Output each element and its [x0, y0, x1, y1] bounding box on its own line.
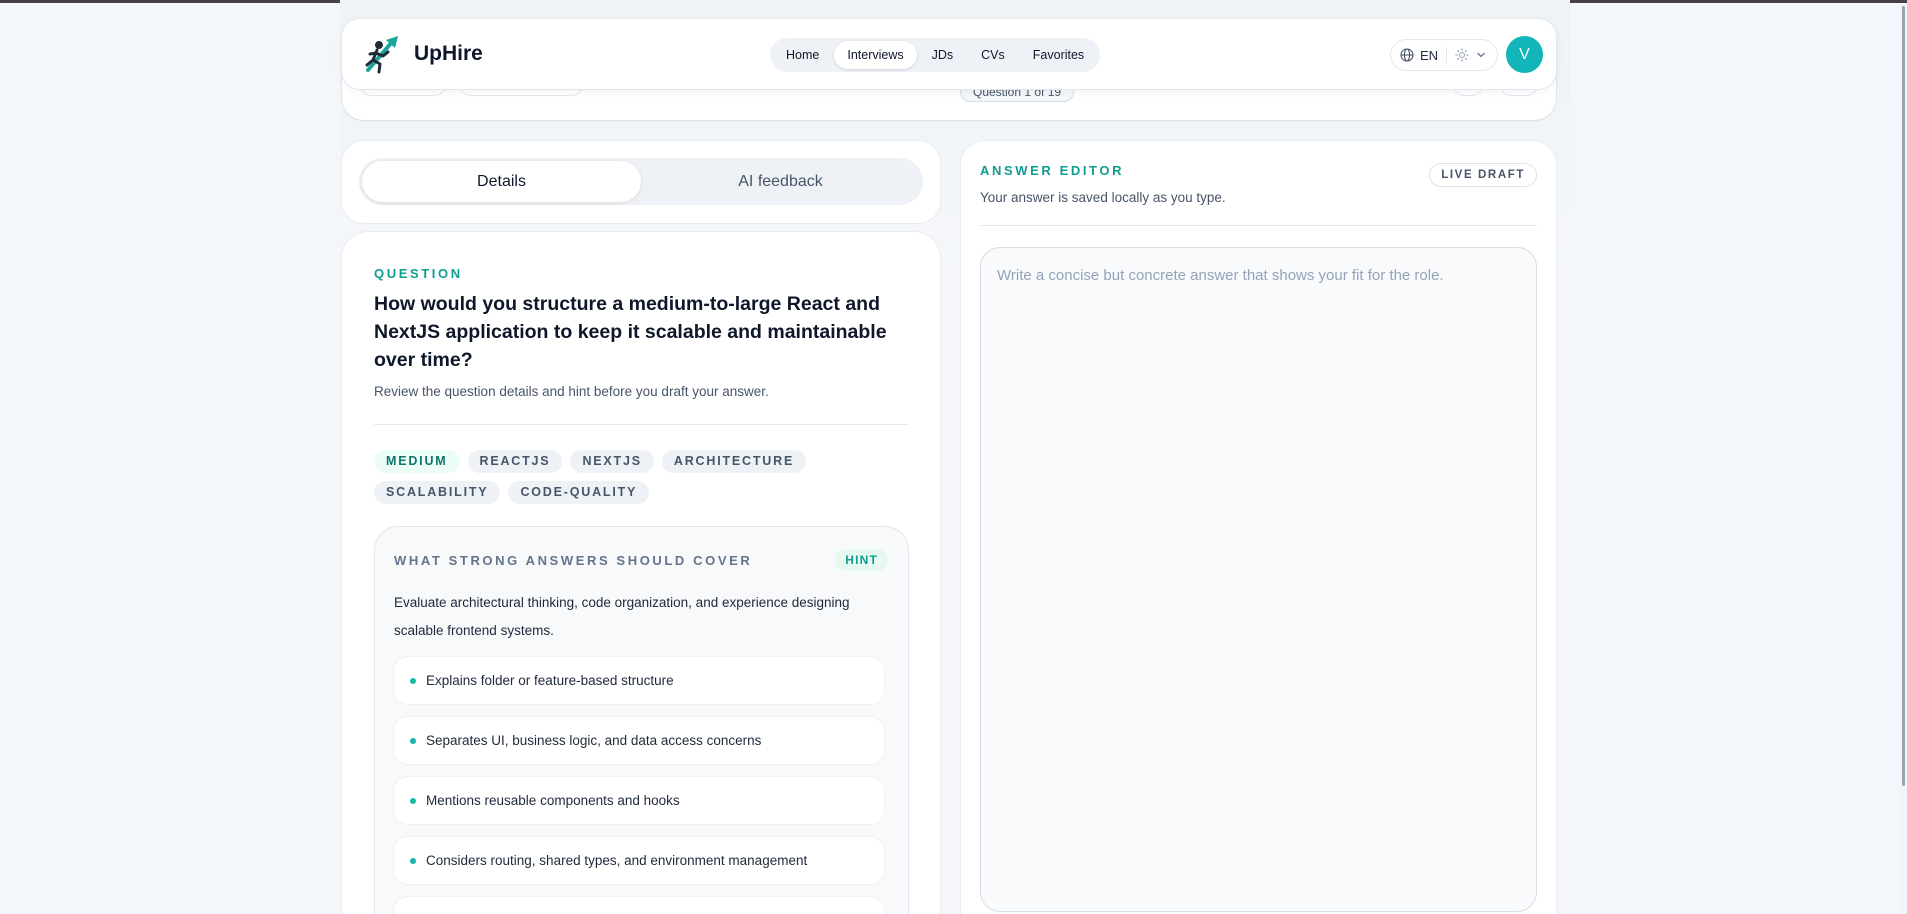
avatar[interactable]: V — [1506, 36, 1543, 73]
difficulty-tag: MEDIUM — [374, 450, 460, 473]
nav-item-favorites[interactable]: Favorites — [1020, 41, 1097, 69]
hint-description: Evaluate architectural thinking, code or… — [394, 595, 850, 638]
hint-heading: WHAT STRONG ANSWERS SHOULD COVER — [394, 553, 753, 568]
question-tags: MEDIUM REACTJS NEXTJS ARCHITECTURE SCALA… — [374, 450, 894, 504]
nav-item-interviews[interactable]: Interviews — [834, 41, 917, 69]
divider — [980, 225, 1537, 226]
list-item: Explains folder or feature-based structu… — [394, 657, 884, 704]
brand-name[interactable]: UpHire — [414, 42, 483, 66]
runner-arrow-logo-icon[interactable] — [362, 32, 404, 76]
bullet-dot-icon — [410, 797, 416, 804]
bullet-dot-icon — [410, 737, 416, 744]
question-tabs-card: Details AI feedback — [342, 141, 940, 223]
topic-tag: NEXTJS — [570, 450, 654, 473]
main-nav: Home Interviews JDs CVs Favorites — [770, 38, 1101, 72]
tab-switcher: Details AI feedback — [359, 158, 923, 205]
chevron-down-icon[interactable] — [1475, 49, 1487, 61]
hint-panel: WHAT STRONG ANSWERS SHOULD COVER HINT Ev… — [374, 526, 909, 914]
hint-points-list: Explains folder or feature-based structu… — [394, 657, 884, 914]
topic-tag: REACTJS — [467, 450, 563, 473]
nav-item-cvs[interactable]: CVs — [968, 41, 1018, 69]
bullet-dot-icon — [410, 857, 416, 864]
list-item: Separates UI, business logic, and data a… — [394, 717, 884, 764]
list-item — [394, 897, 884, 914]
language-code[interactable]: EN — [1420, 48, 1438, 63]
tab-ai-feedback[interactable]: AI feedback — [641, 161, 920, 202]
hint-point-text: Mentions reusable components and hooks — [426, 793, 680, 808]
list-item: Considers routing, shared types, and env… — [394, 837, 884, 884]
top-navbar: UpHire Home Interviews JDs CVs Favorites… — [342, 19, 1556, 89]
question-eyebrow: QUESTION — [374, 266, 463, 281]
nav-item-home[interactable]: Home — [773, 41, 832, 69]
language-theme-switcher[interactable]: EN — [1390, 39, 1498, 71]
topic-tag: SCALABILITY — [374, 481, 501, 504]
answer-editor-card: ANSWER EDITOR Your answer is saved local… — [961, 141, 1556, 914]
question-title: How would you structure a medium-to-larg… — [374, 293, 887, 371]
globe-icon — [1400, 48, 1414, 62]
sun-icon[interactable] — [1455, 48, 1469, 62]
question-card: QUESTION How would you structure a mediu… — [342, 232, 940, 914]
switcher-divider — [1446, 47, 1448, 63]
topic-tag: ARCHITECTURE — [661, 450, 807, 473]
live-draft-badge: LIVE DRAFT — [1429, 163, 1537, 187]
nav-item-jds[interactable]: JDs — [919, 41, 967, 69]
list-item: Mentions reusable components and hooks — [394, 777, 884, 824]
hint-point-text: Explains folder or feature-based structu… — [426, 673, 674, 688]
scrollbar-thumb[interactable] — [1902, 6, 1905, 786]
tab-details[interactable]: Details — [362, 161, 641, 202]
hint-point-text: Considers routing, shared types, and env… — [426, 853, 808, 868]
answer-editor-subtitle: Your answer is saved locally as you type… — [980, 190, 1226, 205]
bullet-dot-icon — [410, 677, 416, 684]
question-subtitle: Review the question details and hint bef… — [374, 384, 769, 399]
answer-editor-eyebrow: ANSWER EDITOR — [980, 163, 1125, 178]
hint-point-text: Separates UI, business logic, and data a… — [426, 733, 762, 748]
answer-textarea[interactable] — [980, 247, 1537, 912]
topic-tag: CODE-QUALITY — [508, 481, 650, 504]
hint-badge: HINT — [835, 549, 888, 571]
divider — [374, 424, 909, 425]
